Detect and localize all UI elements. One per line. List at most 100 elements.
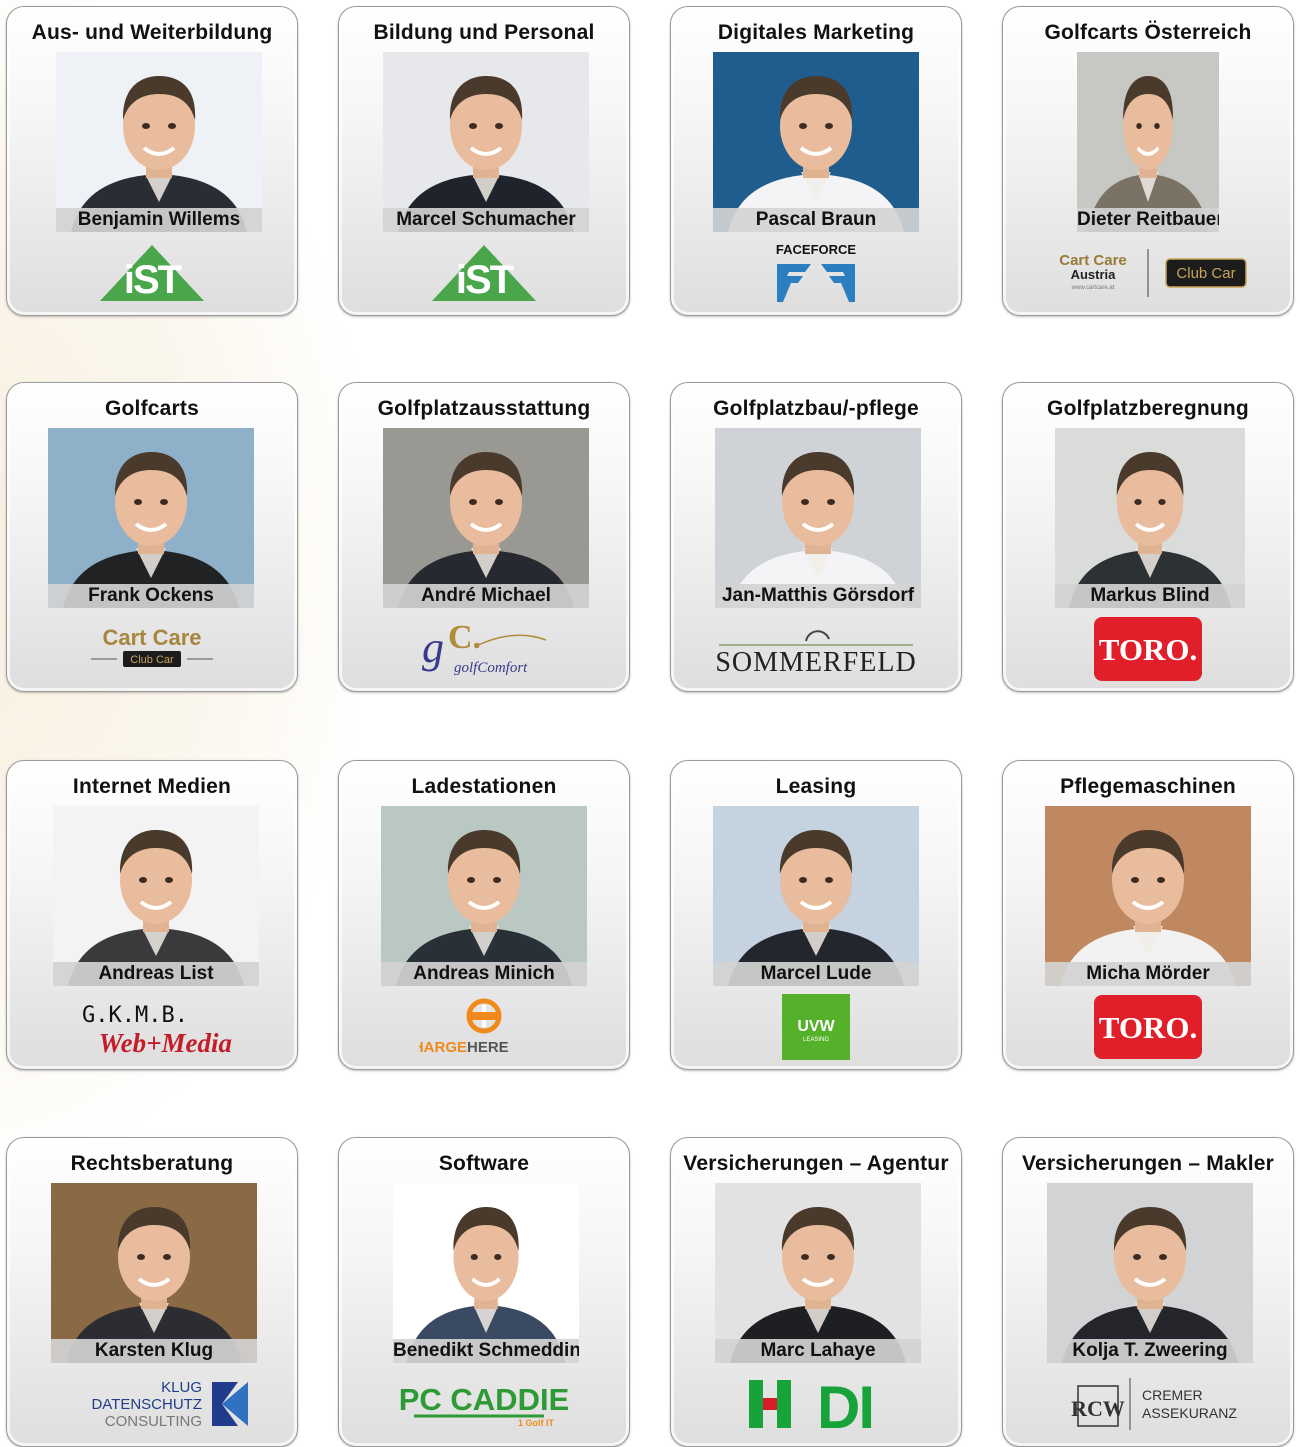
hdi-logo-icon[interactable]: DI	[691, 1372, 941, 1436]
svg-text:golfComfort: golfComfort	[454, 660, 528, 676]
card-category-title: Golfplatzausstattung	[377, 397, 591, 420]
card-category-title: Software	[438, 1152, 530, 1175]
person-name: Dieter Reitbauer	[1077, 208, 1219, 232]
card-category-title: Golfplatzberegnung	[1047, 397, 1249, 420]
gkmb-logo-icon[interactable]: G.K.M.B. Web+Media	[27, 995, 277, 1059]
chargehere-logo-icon[interactable]: CHARGE HERE	[359, 995, 609, 1059]
svg-text:Web+Media: Web+Media	[99, 1028, 232, 1058]
person-photo: Marcel Lude	[713, 806, 919, 986]
person-photo: Dieter Reitbauer	[1077, 52, 1219, 232]
card-category-title: Digitales Marketing	[717, 21, 915, 44]
expert-card-versicherungen-makler[interactable]: Versicherungen – Makler Kolja T. Zweerin…	[1002, 1137, 1294, 1447]
card-category-title: Internet Medien	[72, 775, 232, 798]
svg-text:PC CADDIE: PC CADDIE	[399, 1382, 570, 1417]
svg-text:TORO.: TORO.	[1099, 1010, 1197, 1045]
ist-logo-icon[interactable]: iST	[27, 241, 277, 305]
svg-text:G.K.M.B.: G.K.M.B.	[82, 1003, 188, 1028]
expert-card-digitales-marketing[interactable]: Digitales Marketing Pascal Braun FACEFOR…	[670, 6, 962, 316]
svg-text:LEASING: LEASING	[803, 1037, 829, 1043]
expert-card-golfplatzausstattung[interactable]: Golfplatzausstattung André Michael g C. …	[338, 382, 630, 692]
pc-caddie-logo-icon[interactable]: PC CADDIE 1 Golf IT	[359, 1372, 609, 1436]
person-photo: Markus Blind	[1055, 428, 1245, 608]
svg-text:Club Car: Club Car	[130, 654, 174, 666]
svg-text:Club Car: Club Car	[1176, 265, 1235, 282]
svg-text:Cart Care: Cart Care	[102, 625, 201, 650]
card-category-title: Leasing	[775, 775, 857, 798]
expert-card-golfcarts[interactable]: Golfcarts Frank Ockens Cart Care Club Ca…	[6, 382, 298, 692]
person-name: Andreas List	[53, 962, 259, 986]
expert-card-software[interactable]: Software Benedikt Schmedding PC CADDIE 1…	[338, 1137, 630, 1447]
person-name: Jan-Matthis Görsdorf	[715, 584, 921, 608]
person-photo: Pascal Braun	[713, 52, 919, 232]
person-name: Pascal Braun	[713, 208, 919, 232]
person-photo: Benjamin Willems	[56, 52, 262, 232]
person-photo: Kolja T. Zweering	[1047, 1183, 1253, 1363]
person-photo: Frank Ockens	[48, 428, 254, 608]
card-category-title: Golfcarts	[105, 397, 199, 420]
expert-card-golfplatzbau-pflege[interactable]: Golfplatzbau/-pflege Jan-Matthis Görsdor…	[670, 382, 962, 692]
expert-card-versicherungen-agentur[interactable]: Versicherungen – Agentur Marc Lahaye DI	[670, 1137, 962, 1447]
card-category-title: Pflegemaschinen	[1060, 775, 1236, 798]
faceforce-logo-icon[interactable]: FACEFORCE	[691, 241, 941, 305]
card-category-title: Bildung und Personal	[373, 21, 595, 44]
person-name: Markus Blind	[1055, 584, 1245, 608]
expert-card-bildung-und-personal[interactable]: Bildung und Personal Marcel Schumacher i…	[338, 6, 630, 316]
svg-text:ASSEKURANZ: ASSEKURANZ	[1142, 1405, 1237, 1421]
svg-text:www.cartcare.at: www.cartcare.at	[1071, 285, 1115, 291]
person-name: Micha Mörder	[1045, 962, 1251, 986]
person-name: Andreas Minich	[381, 962, 587, 986]
card-category-title: Versicherungen – Makler	[1021, 1152, 1275, 1175]
person-photo: Karsten Klug	[51, 1183, 257, 1363]
card-category-title: Aus- und Weiterbildung	[31, 21, 273, 44]
person-photo: Benedikt Schmedding	[393, 1183, 579, 1363]
golfcomfort-logo-icon[interactable]: g C. golfComfort	[359, 617, 609, 681]
person-name: André Michael	[383, 584, 589, 608]
cart-care-austria-logo-icon[interactable]: Cart Care Austria www.cartcare.at Club C…	[1023, 241, 1273, 305]
card-category-title: Ladestationen	[411, 775, 557, 798]
person-name: Benjamin Willems	[56, 208, 262, 232]
person-photo: Marcel Schumacher	[383, 52, 589, 232]
expert-card-internet-medien[interactable]: Internet Medien Andreas List G.K.M.B. We…	[6, 760, 298, 1070]
expert-card-golfcarts-oesterreich[interactable]: Golfcarts Österreich Dieter Reitbauer Ca…	[1002, 6, 1294, 316]
person-name: Kolja T. Zweering	[1047, 1339, 1253, 1363]
svg-text:DATENSCHUTZ: DATENSCHUTZ	[91, 1396, 202, 1413]
person-name: Marc Lahaye	[715, 1339, 921, 1363]
svg-text:SOMMERFELD: SOMMERFELD	[715, 647, 916, 678]
svg-text:UVW: UVW	[797, 1018, 835, 1035]
expert-card-aus-und-weiterbildung[interactable]: Aus- und Weiterbildung Benjamin Willems …	[6, 6, 298, 316]
cart-care-logo-icon[interactable]: Cart Care Club Car	[27, 617, 277, 681]
ist-logo-icon[interactable]: iST	[359, 241, 609, 305]
expert-card-rechtsberatung[interactable]: Rechtsberatung Karsten Klug KLUG DATENSC…	[6, 1137, 298, 1447]
person-photo: André Michael	[383, 428, 589, 608]
expert-card-pflegemaschinen[interactable]: Pflegemaschinen Micha Mörder TORO.	[1002, 760, 1294, 1070]
card-category-title: Golfplatzbau/-pflege	[713, 397, 919, 420]
expert-card-leasing[interactable]: Leasing Marcel Lude UVW LEASING	[670, 760, 962, 1070]
expert-card-ladestationen[interactable]: Ladestationen Andreas Minich CHARGE HERE	[338, 760, 630, 1070]
uvw-leasing-logo-icon[interactable]: UVW LEASING	[691, 994, 941, 1060]
svg-text:CREMER: CREMER	[1142, 1387, 1203, 1403]
svg-text:KLUG: KLUG	[161, 1379, 202, 1396]
person-photo: Marc Lahaye	[715, 1183, 921, 1363]
cremer-assekuranz-logo-icon[interactable]: RCW CREMER ASSEKURANZ	[1023, 1372, 1273, 1436]
card-category-title: Golfcarts Österreich	[1044, 21, 1252, 44]
klug-logo-icon[interactable]: KLUG DATENSCHUTZ CONSULTING	[27, 1372, 277, 1436]
svg-text:Austria: Austria	[1071, 267, 1117, 282]
person-name: Karsten Klug	[51, 1339, 257, 1363]
svg-text:DI: DI	[817, 1374, 873, 1434]
expert-card-golfplatzberegnung[interactable]: Golfplatzberegnung Markus Blind TORO.	[1002, 382, 1294, 692]
person-name: Benedikt Schmedding	[393, 1339, 579, 1363]
card-category-title: Versicherungen – Agentur	[683, 1152, 949, 1175]
svg-text:iST: iST	[456, 258, 514, 302]
sommerfeld-logo-icon[interactable]: SOMMERFELD	[691, 617, 941, 681]
toro-logo-icon[interactable]: TORO.	[1023, 995, 1273, 1059]
svg-text:CONSULTING: CONSULTING	[105, 1413, 202, 1430]
person-photo: Andreas Minich	[381, 806, 587, 986]
person-photo: Andreas List	[53, 806, 259, 986]
person-photo: Micha Mörder	[1045, 806, 1251, 986]
svg-text:RCW: RCW	[1071, 1396, 1125, 1421]
svg-text:FACEFORCE: FACEFORCE	[776, 242, 857, 257]
toro-logo-icon[interactable]: TORO.	[1023, 617, 1273, 681]
svg-text:g: g	[422, 623, 444, 672]
svg-text:iST: iST	[124, 258, 182, 302]
svg-text:HERE: HERE	[467, 1039, 509, 1056]
